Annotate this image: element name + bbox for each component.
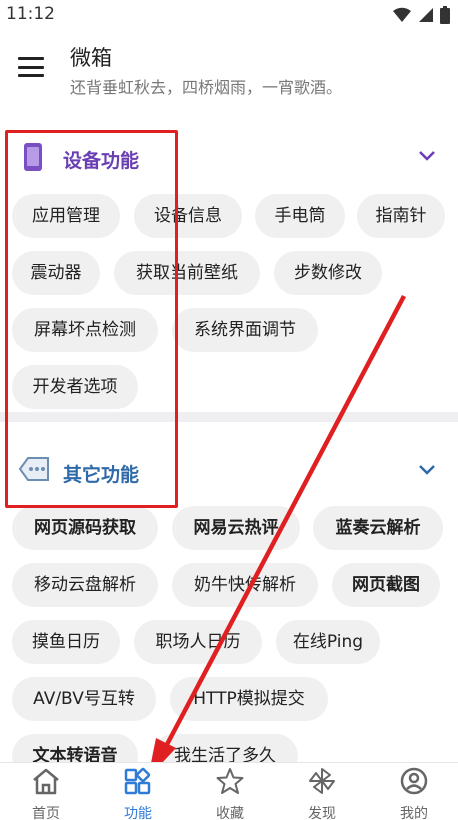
home-icon — [33, 768, 59, 795]
menu-icon-bar — [18, 65, 44, 69]
chip-dead-pixel-test[interactable]: 屏幕坏点检测 — [12, 308, 158, 352]
chip-how-long-lived[interactable]: 我生活了多久 — [152, 734, 298, 762]
bottom-nav: 首页 功能 收藏 发现 我的 — [0, 762, 458, 820]
chip-vibrator[interactable]: 震动器 — [12, 251, 100, 295]
wifi-icon — [393, 7, 411, 23]
chip-flashlight[interactable]: 手电筒 — [255, 194, 345, 238]
chip-mobile-cloud-parser[interactable]: 移动云盘解析 — [12, 563, 158, 607]
menu-button[interactable] — [16, 54, 46, 80]
profile-icon — [400, 767, 428, 795]
function-list[interactable]: 设备功能 应用管理 设备信息 手电筒 指南针 震动器 获取当前壁纸 步数修改 屏… — [0, 108, 458, 762]
app-title: 微箱 — [70, 46, 112, 70]
nav-label: 我的 — [400, 806, 428, 820]
section-title: 设备功能 — [63, 150, 140, 172]
status-time: 11:12 — [6, 4, 55, 24]
pinwheel-icon — [309, 768, 335, 794]
nav-functions[interactable]: 功能 — [92, 763, 184, 820]
chip-app-manager[interactable]: 应用管理 — [12, 194, 120, 238]
section-other-functions: 其它功能 网页源码获取 网易云热评 蓝奏云解析 移动云盘解析 奶牛快传解析 网页… — [0, 422, 458, 762]
status-bar: 11:12 — [0, 0, 458, 30]
section-device-functions: 设备功能 应用管理 设备信息 手电筒 指南针 震动器 获取当前壁纸 步数修改 屏… — [0, 108, 458, 412]
app-subtitle: 还背垂虹秋去，四桥烟雨，一宵歌酒。 — [70, 78, 343, 97]
section-header-other[interactable]: 其它功能 — [0, 422, 458, 502]
nav-discover[interactable]: 发现 — [276, 763, 368, 820]
chat-tag-icon — [18, 457, 49, 481]
chip-webpage-source[interactable]: 网页源码获取 — [12, 506, 158, 550]
nav-home[interactable]: 首页 — [0, 763, 92, 820]
phone-icon — [24, 143, 42, 171]
chip-developer-options[interactable]: 开发者选项 — [12, 365, 138, 409]
menu-icon-bar — [18, 57, 44, 60]
chip-slacker-calendar[interactable]: 摸鱼日历 — [12, 620, 120, 664]
nav-label: 首页 — [32, 806, 60, 820]
chip-text-to-speech[interactable]: 文本转语音 — [12, 734, 138, 762]
chip-get-wallpaper[interactable]: 获取当前壁纸 — [114, 251, 260, 295]
nav-label: 功能 — [124, 806, 152, 820]
chip-online-ping[interactable]: 在线Ping — [276, 620, 380, 664]
nav-favorites[interactable]: 收藏 — [184, 763, 276, 820]
battery-icon — [440, 6, 450, 24]
nav-profile[interactable]: 我的 — [368, 763, 458, 820]
chip-workplace-calendar[interactable]: 职场人日历 — [134, 620, 262, 664]
grid-icon — [124, 767, 151, 795]
chevron-down-icon — [419, 465, 435, 475]
chip-webpage-screenshot[interactable]: 网页截图 — [332, 563, 440, 607]
chip-http-simulate[interactable]: HTTP模拟提交 — [170, 677, 328, 721]
status-icons — [392, 6, 450, 24]
menu-icon-bar — [18, 74, 44, 77]
chevron-down-icon — [419, 151, 435, 161]
signal-icon — [419, 8, 433, 22]
section-title: 其它功能 — [63, 464, 140, 486]
section-header-device[interactable]: 设备功能 — [0, 108, 458, 188]
chip-lanzou-parser[interactable]: 蓝奏云解析 — [313, 506, 443, 550]
chip-av-bv-convert[interactable]: AV/BV号互转 — [12, 677, 156, 721]
chip-system-ui-tuner[interactable]: 系统界面调节 — [172, 308, 318, 352]
chip-cowtransfer-parser[interactable]: 奶牛快传解析 — [172, 563, 318, 607]
app-header: 微箱 还背垂虹秋去，四桥烟雨，一宵歌酒。 — [0, 30, 458, 108]
chip-compass[interactable]: 指南针 — [357, 194, 445, 238]
nav-label: 发现 — [308, 806, 336, 820]
star-icon — [216, 768, 244, 794]
chip-device-info[interactable]: 设备信息 — [134, 194, 242, 238]
chip-netease-hot-comments[interactable]: 网易云热评 — [172, 506, 300, 550]
chip-step-modify[interactable]: 步数修改 — [274, 251, 382, 295]
nav-label: 收藏 — [216, 806, 244, 820]
